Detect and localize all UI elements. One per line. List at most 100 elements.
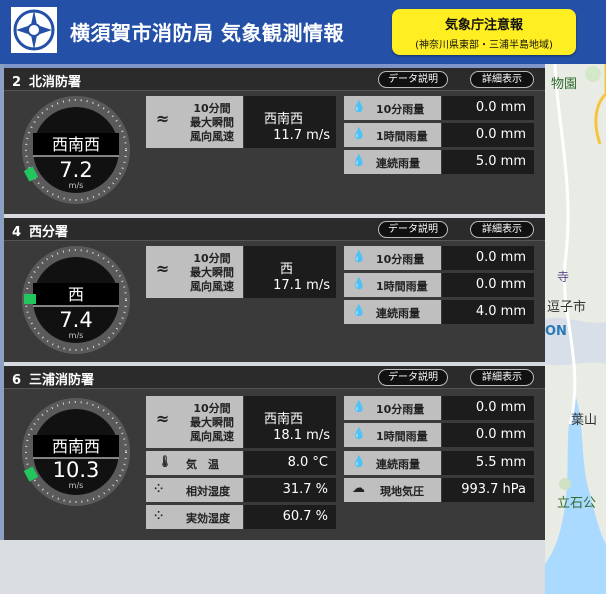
gauge-unit: m/s: [68, 331, 84, 340]
gauge-speed: 7.2: [59, 158, 93, 182]
gauge-speed: 7.4: [59, 308, 93, 332]
detail-view-button[interactable]: 詳細表示: [470, 221, 534, 238]
effective-humidity-value: 60.7 %: [244, 505, 336, 529]
data-description-button[interactable]: データ説明: [378, 71, 448, 88]
map-label-hayama: 葉山: [571, 413, 598, 428]
rain-continuous-label: 💧 連続雨量: [344, 451, 441, 475]
wind-label: ≈ 10分間 最大瞬間 風向風速: [146, 96, 243, 148]
raindrops-icon: 💧: [352, 400, 366, 413]
thermometer-icon: 🌡: [158, 455, 172, 468]
station-title: 2 北消防署: [12, 71, 81, 90]
wind-label-line3: 風向風速: [190, 280, 234, 293]
rain-continuous-value: 4.0 mm: [442, 300, 534, 324]
wind-icon: ≈: [156, 259, 170, 278]
pressure-label: ☁ 現地気圧: [344, 478, 441, 502]
rain-continuous-value: 5.5 mm: [442, 451, 534, 475]
raindrops-icon: 💧: [352, 127, 366, 140]
station-name: 三浦消防署: [29, 373, 95, 388]
weather-advisory-button[interactable]: 気象庁注意報 (神奈川県東部・三浦半島地域): [392, 9, 576, 55]
station-panel-miura: 6 三浦消防署 データ説明 詳細表示 西南西 10.3 m/s ≈ 10分間 最大…: [4, 366, 545, 540]
data-description-button[interactable]: データ説明: [378, 221, 448, 238]
rain-10min-label: 💧 10分雨量: [344, 96, 441, 120]
rain-1h-value: 0.0 mm: [442, 123, 534, 147]
app-header: 横須賀市消防局 気象観測情報 気象庁注意報 (神奈川県東部・三浦半島地域): [0, 0, 606, 64]
humidity-label: ⁘ 相対湿度: [146, 478, 243, 502]
station-panel-kita: 2 北消防署 データ説明 詳細表示 西南西 7.2 m/s ≈ 10分間 最大瞬間…: [4, 68, 545, 214]
wind-speed-value: 17.1 m/s: [273, 278, 330, 293]
rain-1h-value: 0.0 mm: [442, 273, 534, 297]
map-label-park: 立石公: [557, 496, 597, 511]
map-label-temple: 寺: [557, 270, 570, 284]
wind-direction-value: 西: [280, 262, 294, 277]
effective-humidity-label: ⁘ 実効湿度: [146, 505, 243, 529]
temperature-value: 8.0 °C: [244, 451, 336, 475]
raindrops-icon: 💧: [352, 277, 366, 290]
raindrops-icon: 💧: [352, 304, 366, 317]
cloud-icon: ☁: [352, 481, 365, 496]
detail-view-button[interactable]: 詳細表示: [470, 369, 534, 386]
station-number: 4: [12, 225, 22, 240]
rain-10min-label: 💧 10分雨量: [344, 396, 441, 420]
data-description-button[interactable]: データ説明: [378, 369, 448, 386]
map-label-station: 逗子市: [547, 300, 587, 315]
gauge-direction: 西南西: [51, 437, 100, 456]
gauge-unit: m/s: [68, 481, 84, 490]
raindrops-icon: 💧: [352, 154, 366, 167]
page-title: 横須賀市消防局 気象観測情報: [70, 21, 344, 45]
gauge-direction: 西: [67, 285, 84, 304]
rain-1h-label: 💧 1時間雨量: [344, 273, 441, 297]
rain-10min-value: 0.0 mm: [442, 396, 534, 420]
map-bottom[interactable]: [0, 540, 545, 594]
pressure-value: 993.7 hPa: [442, 478, 534, 502]
humidity-icon: ⁘: [154, 509, 164, 522]
rain-10min-value: 0.0 mm: [442, 246, 534, 270]
wind-label: ≈ 10分間 最大瞬間 風向風速: [146, 246, 243, 298]
wind-value: 西南西 18.1 m/s: [244, 396, 336, 448]
wind-speed-value: 11.7 m/s: [273, 128, 330, 143]
station-number: 2: [12, 75, 22, 90]
temperature-label: 🌡 気 温: [146, 451, 243, 475]
humidity-icon: ⁘: [154, 482, 164, 495]
advisory-title: 気象庁注意報: [444, 18, 523, 33]
raindrops-icon: 💧: [352, 250, 366, 263]
wind-value: 西南西 11.7 m/s: [244, 96, 336, 148]
wind-speed-value: 18.1 m/s: [273, 428, 330, 443]
station-title: 6 三浦消防署: [12, 369, 94, 388]
wind-icon: ≈: [156, 109, 170, 128]
rain-1h-label: 💧 1時間雨量: [344, 423, 441, 447]
gauge-direction: 西南西: [51, 135, 100, 154]
map-label-on: ON: [545, 324, 567, 339]
rain-continuous-value: 5.0 mm: [442, 150, 534, 174]
wind-value: 西 17.1 m/s: [244, 246, 336, 298]
humidity-value: 31.7 %: [244, 478, 336, 502]
rain-10min-label: 💧 10分雨量: [344, 246, 441, 270]
station-name: 西分署: [29, 225, 69, 240]
map-label-zoo: 物園: [551, 77, 578, 92]
raindrops-icon: 💧: [352, 455, 366, 468]
wind-label-line3: 風向風速: [190, 130, 234, 143]
station-name: 北消防署: [29, 75, 82, 90]
station-panel-nishi: 4 西分署 データ説明 詳細表示 西 7.4 m/s ≈ 10分間 最大瞬間 風向…: [4, 218, 545, 362]
raindrops-icon: 💧: [352, 100, 366, 113]
advisory-area: (神奈川県東部・三浦半島地域): [415, 40, 553, 51]
station-number: 6: [12, 373, 22, 388]
rain-1h-value: 0.0 mm: [442, 423, 534, 447]
station-header: 2 北消防署 データ説明 詳細表示: [4, 68, 545, 91]
station-header: 6 三浦消防署 データ説明 詳細表示: [4, 366, 545, 389]
rain-continuous-label: 💧 連続雨量: [344, 300, 441, 324]
station-header: 4 西分署 データ説明 詳細表示: [4, 218, 545, 241]
background-map[interactable]: 物園 寺 逗子市 ON 葉山 立石公: [545, 64, 606, 594]
rain-continuous-label: 💧 連続雨量: [344, 150, 441, 174]
detail-view-button[interactable]: 詳細表示: [470, 71, 534, 88]
rain-1h-label: 💧 1時間雨量: [344, 123, 441, 147]
rain-10min-value: 0.0 mm: [442, 96, 534, 120]
gauge-unit: m/s: [68, 181, 84, 190]
wind-icon: ≈: [156, 409, 170, 428]
raindrops-icon: 💧: [352, 427, 366, 440]
gauge-speed: 10.3: [52, 458, 100, 482]
fire-department-logo: [11, 7, 57, 53]
wind-direction-value: 西南西: [264, 112, 304, 127]
station-title: 4 西分署: [12, 221, 68, 240]
wind-label: ≈ 10分間 最大瞬間 風向風速: [146, 396, 243, 448]
wind-direction-value: 西南西: [264, 412, 304, 427]
